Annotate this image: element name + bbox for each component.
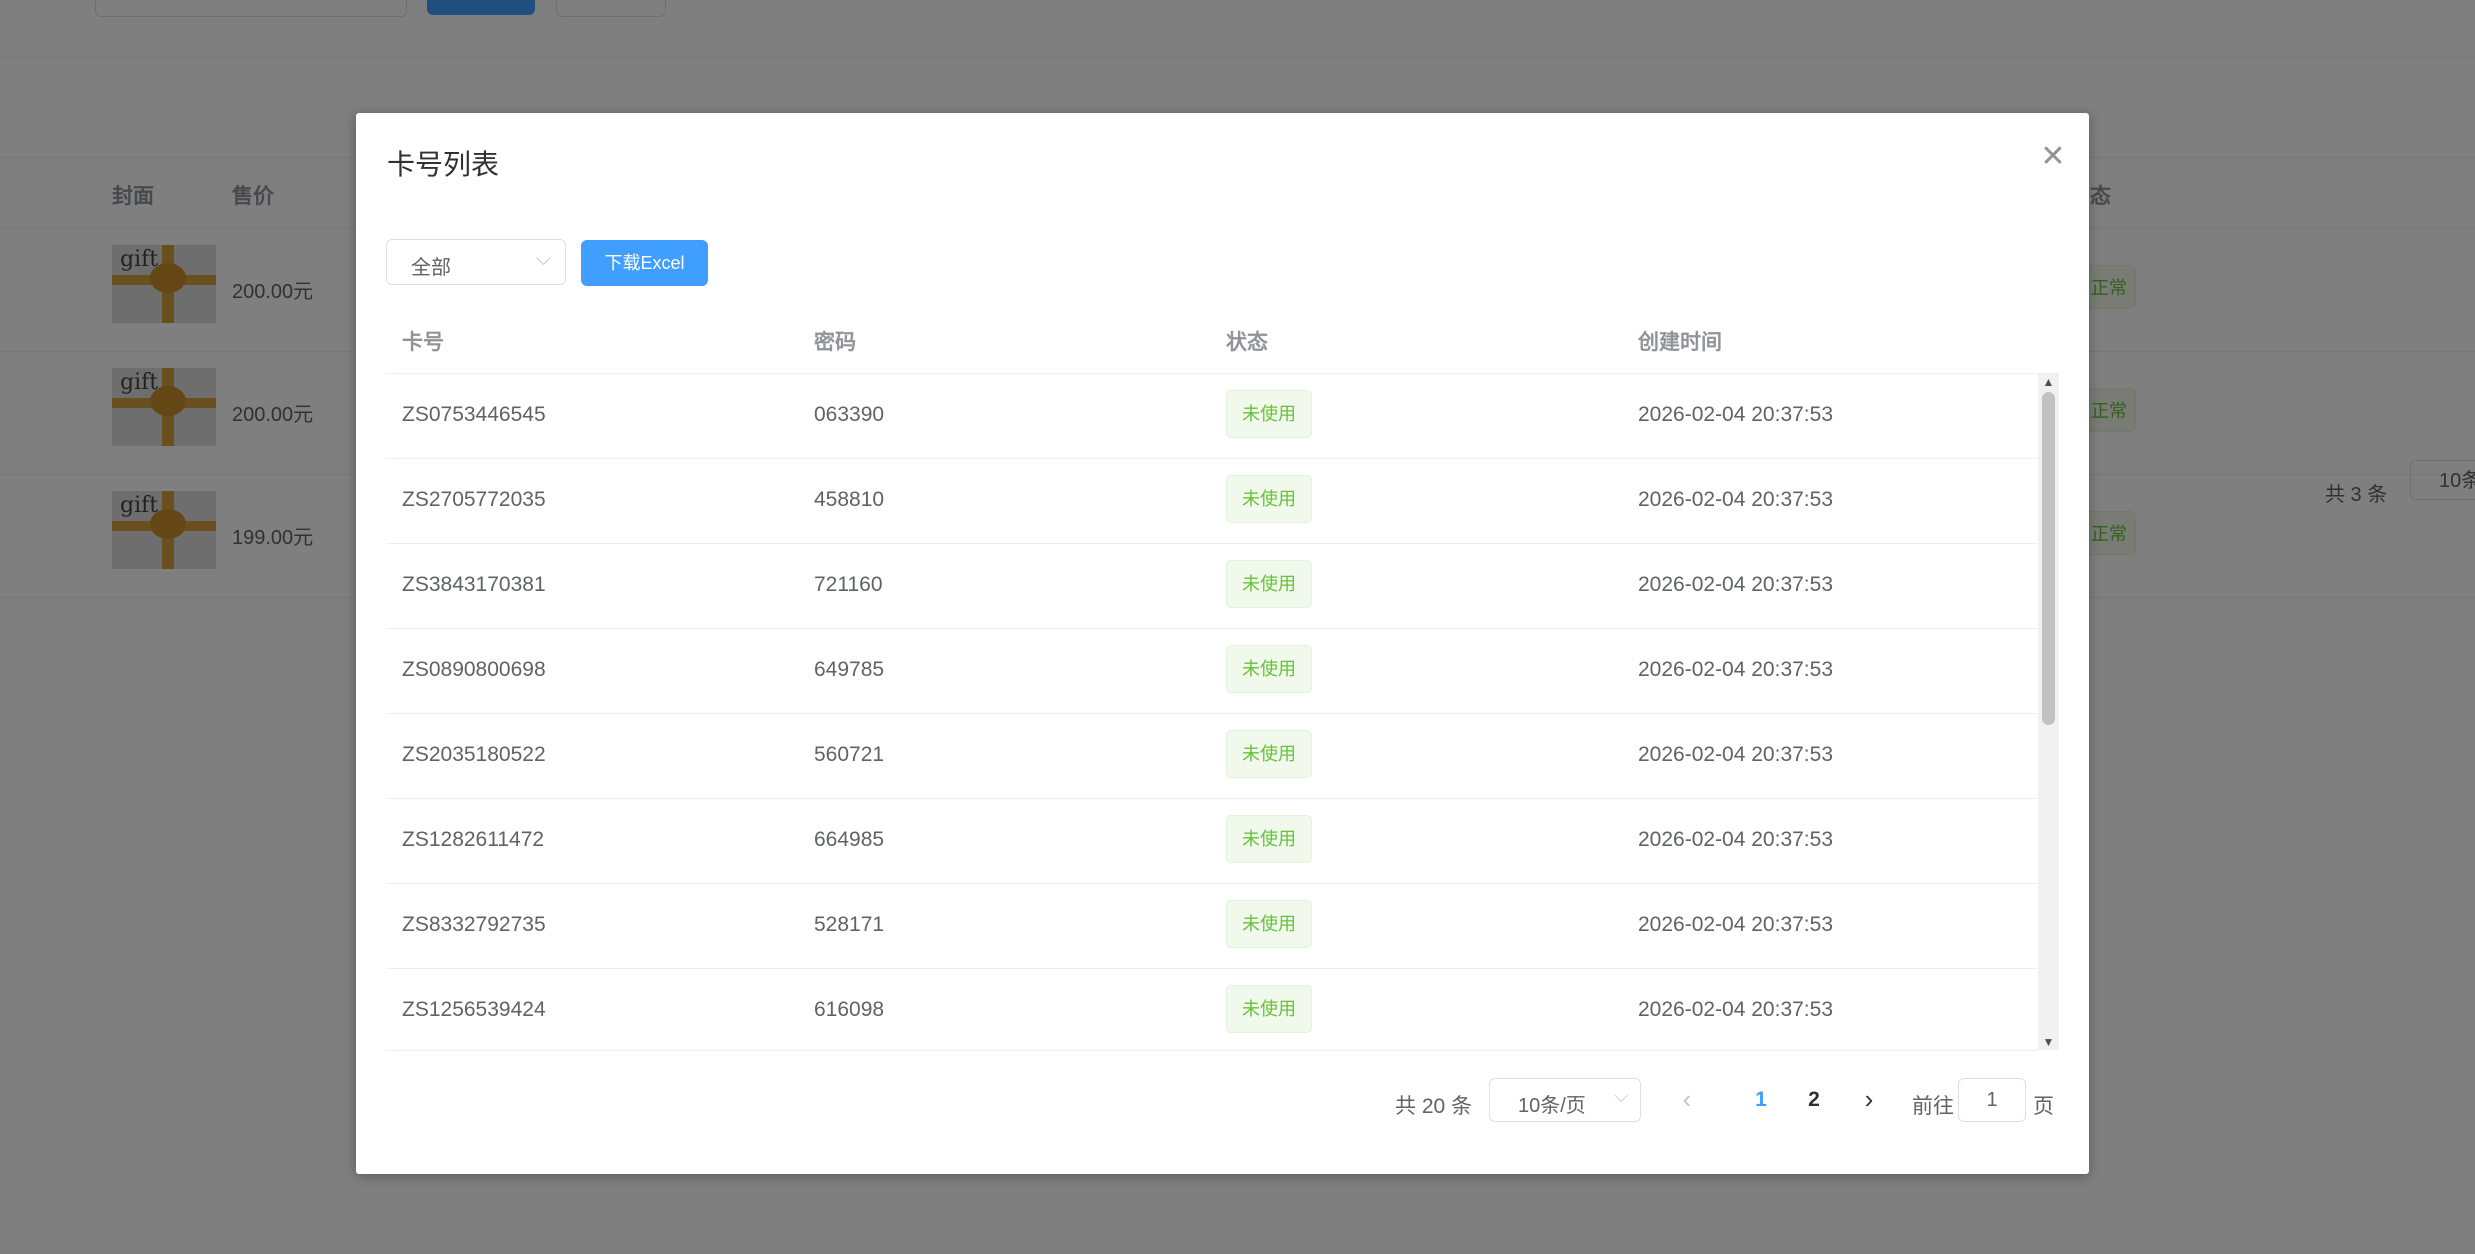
password-cell: 528171 (814, 913, 885, 936)
status-filter-value: 全部 (411, 257, 451, 279)
created-at-cell: 2026-02-04 20:37:53 (1638, 743, 1833, 766)
page-number-1[interactable]: 1 (1741, 1084, 1781, 1116)
next-page-icon[interactable]: › (1854, 1084, 1884, 1116)
page-size-select[interactable]: 10条/页 ⌵ (1489, 1078, 1641, 1122)
page-size-value: 10条/页 (1518, 1095, 1586, 1117)
status-badge: 未使用 (1226, 985, 1312, 1033)
card-no-cell: ZS0890800698 (402, 658, 546, 681)
card-no-cell: ZS8332792735 (402, 913, 546, 936)
created-at-cell: 2026-02-04 20:37:53 (1638, 998, 1833, 1021)
column-header-status: 状态 (1226, 331, 1268, 354)
created-at-cell: 2026-02-04 20:37:53 (1638, 488, 1833, 511)
status-badge: 未使用 (1226, 475, 1312, 523)
password-cell: 664985 (814, 828, 885, 851)
pagination-total: 共 20 条 (1395, 1095, 1473, 1118)
status-filter-select[interactable]: 全部 ⌵ (386, 239, 566, 285)
scroll-up-arrow-icon[interactable]: ▲ (2038, 374, 2059, 390)
table-row: ZS2705772035 458810 未使用 2026-02-04 20:37… (386, 459, 2038, 544)
card-table-body: ZS0753446545 063390 未使用 2026-02-04 20:37… (386, 374, 2038, 1051)
table-row: ZS1282611472 664985 未使用 2026-02-04 20:37… (386, 799, 2038, 884)
card-no-cell: ZS1256539424 (402, 998, 546, 1021)
prev-page-icon[interactable]: ‹ (1672, 1084, 1702, 1116)
table-row: ZS8332792735 528171 未使用 2026-02-04 20:37… (386, 884, 2038, 969)
card-no-cell: ZS0753446545 (402, 403, 546, 426)
table-row: ZS0890800698 649785 未使用 2026-02-04 20:37… (386, 629, 2038, 714)
chevron-down-icon: ⌵ (1614, 1086, 1628, 1106)
created-at-cell: 2026-02-04 20:37:53 (1638, 573, 1833, 596)
scroll-down-arrow-icon[interactable]: ▼ (2038, 1034, 2059, 1050)
card-no-cell: ZS3843170381 (402, 573, 546, 596)
page-number-2[interactable]: 2 (1794, 1084, 1834, 1116)
chevron-down-icon: ⌵ (535, 248, 551, 270)
pagination: 共 20 条 10条/页 ⌵ ‹ 1 2 › 前往 页 (356, 1078, 2089, 1126)
card-list-dialog: 卡号列表 ✕ 全部 ⌵ 下载Excel 卡号 密码 状态 创建时间 ZS0753… (356, 113, 2089, 1174)
card-no-cell: ZS2705772035 (402, 488, 546, 511)
status-badge: 未使用 (1226, 560, 1312, 608)
card-no-cell: ZS1282611472 (402, 828, 545, 851)
column-header-card-no: 卡号 (402, 331, 444, 354)
password-cell: 560721 (814, 743, 885, 766)
password-cell: 063390 (814, 403, 885, 426)
dialog-title: 卡号列表 (387, 149, 500, 180)
table-row: ZS2035180522 560721 未使用 2026-02-04 20:37… (386, 714, 2038, 799)
table-scrollbar[interactable]: ▲ ▼ (2038, 374, 2059, 1050)
column-header-password: 密码 (814, 331, 856, 354)
status-badge: 未使用 (1226, 900, 1312, 948)
created-at-cell: 2026-02-04 20:37:53 (1638, 658, 1833, 681)
password-cell: 649785 (814, 658, 885, 681)
created-at-cell: 2026-02-04 20:37:53 (1638, 913, 1833, 936)
goto-page-input[interactable] (1958, 1078, 2026, 1122)
status-badge: 未使用 (1226, 730, 1312, 778)
password-cell: 721160 (814, 573, 883, 596)
table-row: ZS3843170381 721160 未使用 2026-02-04 20:37… (386, 544, 2038, 629)
close-icon[interactable]: ✕ (2037, 141, 2069, 173)
table-row: ZS1256539424 616098 未使用 2026-02-04 20:37… (386, 969, 2038, 1050)
status-badge: 未使用 (1226, 645, 1312, 693)
goto-label: 前往 (1912, 1095, 1954, 1118)
card-table-header: 卡号 密码 状态 创建时间 (386, 306, 2059, 374)
download-excel-button[interactable]: 下载Excel (581, 240, 708, 286)
page-suffix-label: 页 (2033, 1095, 2054, 1118)
scrollbar-thumb[interactable] (2042, 392, 2055, 725)
status-badge: 未使用 (1226, 815, 1312, 863)
status-badge: 未使用 (1226, 390, 1312, 438)
card-no-cell: ZS2035180522 (402, 743, 546, 766)
created-at-cell: 2026-02-04 20:37:53 (1638, 403, 1833, 426)
column-header-created-at: 创建时间 (1638, 331, 1722, 354)
table-row: ZS0753446545 063390 未使用 2026-02-04 20:37… (386, 374, 2038, 459)
password-cell: 616098 (814, 998, 885, 1021)
created-at-cell: 2026-02-04 20:37:53 (1638, 828, 1833, 851)
card-table: 卡号 密码 状态 创建时间 ZS0753446545 063390 未使用 20… (386, 306, 2059, 1051)
password-cell: 458810 (814, 488, 885, 511)
